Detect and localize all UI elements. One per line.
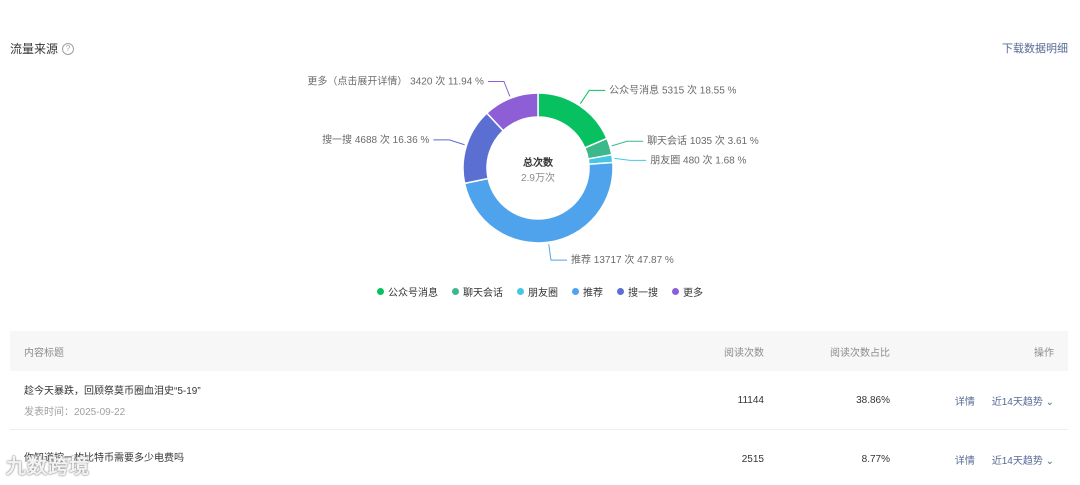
legend-item-3[interactable]: 推荐 (572, 284, 603, 299)
legend-label: 朋友圈 (528, 288, 558, 299)
row-title-cell: 你知道挖一枚比特币需要多少电费吗 (10, 449, 660, 470)
watermark-text: 九数跨境 (6, 456, 90, 478)
legend-dot-icon (377, 288, 384, 295)
legend-dot-icon (672, 288, 679, 295)
trend-dropdown[interactable]: 近14天趋势 ⌄ (992, 397, 1054, 408)
slice-label-1: 聊天会话 1035 次 3.61 % (647, 134, 759, 147)
slice-label-0: 公众号消息 5315 次 18.55 % (609, 83, 736, 96)
legend-label: 更多 (683, 288, 703, 299)
leader-line-1 (611, 140, 644, 147)
publish-date: 发表时间：2025-09-22 (24, 407, 126, 418)
table-header: 内容标题 阅读次数 阅读次数占比 操作 (10, 331, 1068, 371)
traffic-source-page: 流量来源 ? 下载数据明细 公众号消息 5315 次 18.55 % 聊天会话 1… (0, 0, 1080, 485)
legend-label: 聊天会话 (463, 288, 503, 299)
leader-line-3 (548, 244, 567, 261)
row-actions: 详情 近14天趋势 ⌄ (890, 393, 1068, 408)
leader-line-4 (433, 139, 465, 146)
legend-dot-icon (617, 288, 624, 295)
trend-label: 近14天趋势 (991, 396, 1043, 408)
content-table: 内容标题 阅读次数 阅读次数占比 操作 趁今天暴跌，回顾祭莫币圈血泪史“5-19… (10, 331, 1068, 485)
read-ratio: 38.86% (856, 394, 890, 406)
legend-dot-icon (572, 288, 579, 295)
trend-label: 近14天趋势 (991, 455, 1043, 467)
leader-line-2 (614, 157, 647, 161)
chart-legend: 公众号消息 聊天会话 朋友圈 推荐 搜一搜 更多 (0, 284, 1080, 299)
slice-label-2: 朋友圈 480 次 1.68 % (650, 153, 746, 166)
trend-dropdown[interactable]: 近14天趋势 ⌄ (992, 456, 1054, 467)
legend-dot-icon (452, 288, 459, 295)
slice-label-3: 推荐 13717 次 47.87 % (571, 253, 674, 266)
legend-item-4[interactable]: 搜一搜 (617, 284, 658, 299)
legend-item-5[interactable]: 更多 (672, 284, 703, 299)
legend-label: 推荐 (583, 288, 603, 299)
center-value: 2.9万次 (521, 171, 555, 184)
chevron-down-icon: ⌄ (1042, 396, 1054, 408)
leader-line-5 (487, 80, 511, 97)
read-count: 11144 (737, 394, 764, 406)
center-title: 总次数 (523, 156, 554, 169)
slice-label-4: 搜一搜 4688 次 16.36 % (322, 133, 429, 146)
traffic-donut-chart: 公众号消息 5315 次 18.55 % 聊天会话 1035 次 3.61 % 朋友… (307, 74, 759, 266)
table-row: 你知道挖一枚比特币需要多少电费吗 2515 8.77% 详情 近14天趋势 ⌄ (10, 430, 1068, 485)
article-title[interactable]: 趁今天暴跌，回顾祭莫币圈血泪史“5-19” (24, 382, 660, 397)
detail-link[interactable]: 详情 (955, 456, 975, 467)
header-reads: 阅读次数 (724, 347, 764, 359)
leader-line-0 (579, 89, 606, 104)
header-ops: 操作 (1034, 347, 1054, 359)
legend-label: 公众号消息 (388, 288, 438, 299)
legend-item-2[interactable]: 朋友圈 (517, 284, 558, 299)
legend-item-0[interactable]: 公众号消息 (377, 284, 438, 299)
legend-label: 搜一搜 (628, 288, 658, 299)
header-title: 内容标题 (24, 347, 64, 359)
row-actions: 详情 近14天趋势 ⌄ (890, 452, 1068, 467)
read-count: 2515 (741, 453, 764, 465)
chevron-down-icon: ⌄ (1042, 455, 1054, 467)
legend-item-1[interactable]: 聊天会话 (452, 284, 503, 299)
slice-label-5[interactable]: 更多（点击展开详情） 3420 次 11.94 % (307, 74, 484, 87)
article-title[interactable]: 你知道挖一枚比特币需要多少电费吗 (24, 449, 660, 464)
donut-slice-0[interactable] (537, 92, 608, 149)
table-row: 趁今天暴跌，回顾祭莫币圈血泪史“5-19” 发表时间：2025-09-22 11… (10, 371, 1068, 430)
detail-link[interactable]: 详情 (955, 397, 975, 408)
legend-dot-icon (517, 288, 524, 295)
header-ratio: 阅读次数占比 (830, 347, 890, 359)
row-title-cell: 趁今天暴跌，回顾祭莫币圈血泪史“5-19” 发表时间：2025-09-22 (10, 382, 660, 418)
read-ratio: 8.77% (861, 453, 890, 465)
